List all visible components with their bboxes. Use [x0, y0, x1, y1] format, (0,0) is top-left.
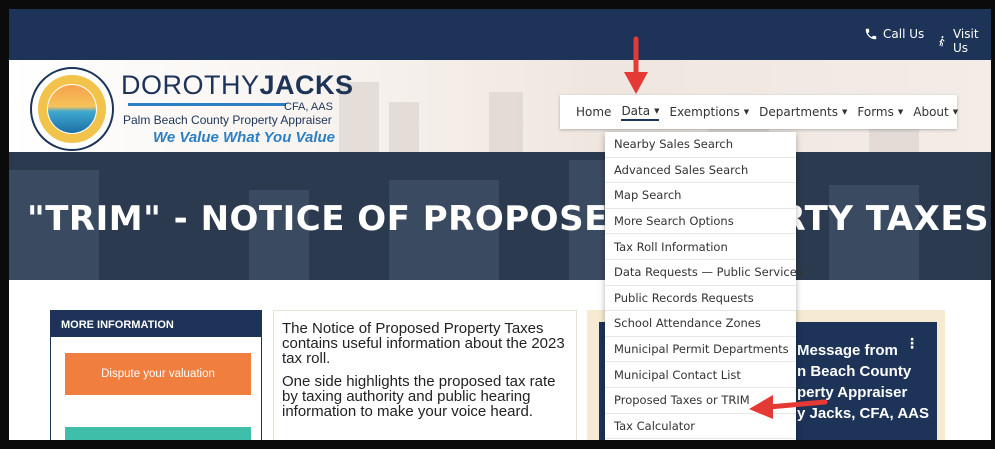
- caret-down-icon: ▼: [842, 108, 848, 116]
- menu-item-more-search[interactable]: More Search Options: [605, 209, 796, 235]
- video-title-line: n Beach County: [797, 363, 912, 380]
- sidebar-heading: MORE INFORMATION: [51, 311, 261, 337]
- utility-bar: Call Us Visit Us: [9, 9, 991, 60]
- brand-wordmark[interactable]: DOROTHYJACKS CFA, AAS Palm Beach County …: [121, 70, 354, 146]
- menu-item-data-requests[interactable]: Data Requests — Public Services: [605, 260, 803, 286]
- county-seal-logo[interactable]: [30, 67, 114, 151]
- intro-paragraph: One side highlights the proposed tax rat…: [282, 373, 556, 420]
- more-info-sidebar: MORE INFORMATION Dispute your valuation …: [50, 310, 262, 440]
- phone-icon: [865, 28, 877, 40]
- nav-departments[interactable]: Departments ▼: [759, 105, 847, 119]
- menu-item-permit-departments[interactable]: Municipal Permit Departments: [605, 337, 796, 363]
- skyline-building: [489, 92, 523, 152]
- nav-label: About: [913, 105, 949, 119]
- caret-down-icon: ▼: [952, 108, 959, 116]
- nav-label: Home: [576, 105, 612, 119]
- annotation-arrow-left: [749, 395, 828, 419]
- skyline-building: [389, 102, 419, 152]
- visit-us-label: Visit Us: [952, 27, 979, 55]
- nav-home[interactable]: Home: [576, 105, 611, 119]
- brand-subtitle: Palm Beach County Property Appraiser: [123, 113, 332, 127]
- nav-about[interactable]: About ▼: [913, 105, 958, 119]
- seal-palm-sunset: [48, 85, 96, 133]
- menu-item-map-search[interactable]: Map Search: [605, 183, 796, 209]
- caret-down-icon: ▼: [654, 106, 660, 115]
- nav-label: Forms: [857, 105, 894, 119]
- tax-rates-button[interactable]: Tax rates and contact info: [65, 427, 251, 440]
- nav-forms[interactable]: Forms ▼: [857, 105, 903, 119]
- brand-tagline: We Value What You Value: [153, 129, 335, 146]
- nav-label: Exemptions: [669, 105, 740, 119]
- menu-item-nearby-sales[interactable]: Nearby Sales Search: [605, 132, 796, 158]
- menu-item-tax-roll[interactable]: Tax Roll Information: [605, 234, 796, 260]
- menu-item-advanced-sales[interactable]: Advanced Sales Search: [605, 158, 796, 184]
- dispute-valuation-button[interactable]: Dispute your valuation: [65, 353, 251, 395]
- caret-down-icon: ▼: [897, 108, 904, 116]
- brand-name: DOROTHYJACKS: [121, 70, 354, 100]
- walking-person-icon: [939, 36, 945, 47]
- menu-item-public-records[interactable]: Public Records Requests: [605, 286, 796, 312]
- hero-banner: "TRIM" - NOTICE OF PROPOSED PROPERTY TAX…: [9, 152, 991, 280]
- caret-down-icon: ▼: [743, 108, 750, 116]
- main-nav: Home Data ▼ Exemptions ▼ Departments ▼ Form…: [560, 95, 958, 129]
- nav-exemptions[interactable]: Exemptions ▼: [669, 105, 749, 119]
- kebab-menu-icon[interactable]: ⋮: [905, 336, 919, 352]
- menu-item-school-zones[interactable]: School Attendance Zones: [605, 311, 796, 337]
- video-title-line: Message from: [797, 342, 898, 359]
- brand-credentials: CFA, AAS: [284, 101, 333, 113]
- call-us-label: Call Us: [883, 27, 925, 41]
- menu-item-municipal-contacts[interactable]: Municipal Contact List: [605, 362, 796, 388]
- video-title-line: 3 TRIM Notice: [797, 438, 897, 449]
- intro-paragraph: The Notice of Proposed Property Taxes co…: [282, 320, 565, 367]
- nav-data[interactable]: Data ▼: [621, 103, 660, 121]
- page-title: "TRIM" - NOTICE OF PROPOSED PROPERTY TAX…: [27, 199, 990, 239]
- nav-label: Data: [621, 103, 651, 118]
- visit-us-link[interactable]: Visit Us: [936, 27, 991, 55]
- call-us-link[interactable]: Call Us: [864, 27, 924, 41]
- nav-label: Departments: [759, 105, 838, 119]
- brand-rule: [128, 103, 286, 106]
- screenshot-frame: Call Us Visit Us DOROTHYJACKS CFA, AAS P…: [0, 0, 995, 449]
- annotation-arrow-down: [624, 36, 648, 94]
- intro-text-card: The Notice of Proposed Property Taxes co…: [273, 310, 577, 440]
